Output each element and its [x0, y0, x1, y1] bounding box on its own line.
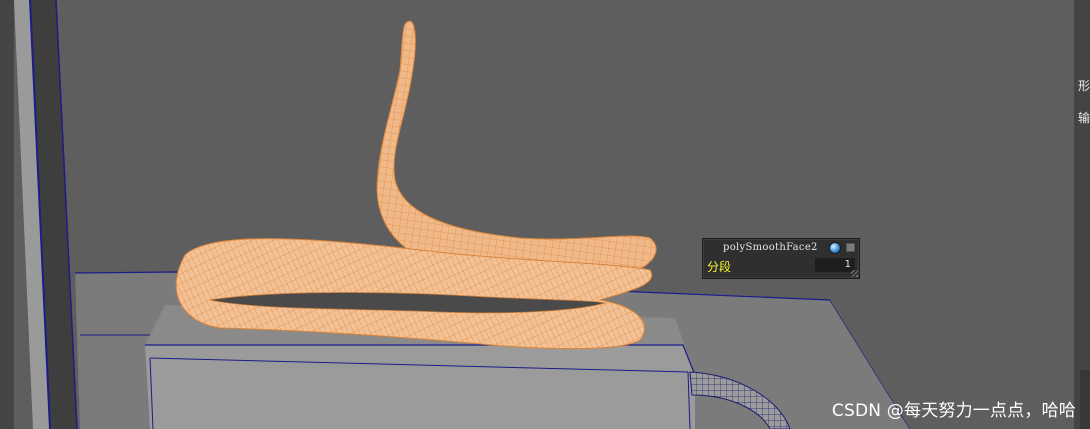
- side-tab-shape[interactable]: 形: [1078, 80, 1090, 92]
- 3d-viewport[interactable]: polySmoothFace2 分段 1 形 输 CSDN @每天努力一点点，哈…: [0, 0, 1090, 429]
- viewport-scene[interactable]: [0, 0, 1090, 429]
- hud-attribute-label: 分段: [707, 260, 732, 274]
- side-scrollbar[interactable]: [1080, 370, 1090, 429]
- left-wall-dark: [0, 0, 14, 429]
- hud-attribute-value-field[interactable]: 1: [815, 258, 855, 272]
- mesh-horn: [376, 20, 657, 274]
- box-front: [145, 345, 695, 429]
- side-tab-input[interactable]: 输: [1078, 112, 1090, 124]
- close-square-icon[interactable]: [846, 243, 855, 252]
- watermark-text: CSDN @每天努力一点点，哈哈: [831, 401, 1076, 421]
- resize-grip-icon[interactable]: [851, 270, 858, 277]
- pin-ball-icon[interactable]: [829, 242, 841, 254]
- hud-node-name: polySmoothFace2: [723, 242, 818, 253]
- right-side-panel: 形 输: [1074, 0, 1090, 429]
